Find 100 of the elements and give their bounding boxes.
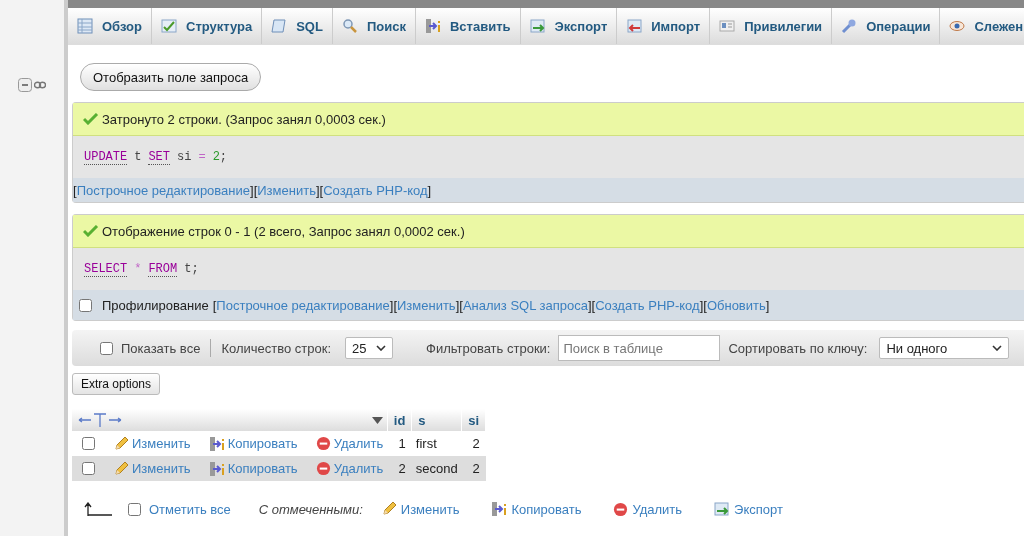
check-icon	[83, 225, 99, 237]
show-all-label: Показать все	[121, 340, 201, 356]
export-icon	[529, 18, 546, 34]
bracket: ]	[455, 297, 460, 313]
sql-token: SELECT	[84, 261, 128, 277]
nav-tab[interactable]: Обзор	[68, 8, 152, 44]
bracket: ]	[587, 297, 592, 313]
check-all-link[interactable]: Отметить все	[149, 501, 231, 517]
action-link[interactable]: Анализ SQL запроса	[462, 297, 588, 313]
rows-select[interactable]: 25	[345, 337, 393, 359]
success-message: Затронуто 2 строки. (Запрос занял 0,0003 сек.)	[102, 111, 386, 127]
delete-icon	[613, 501, 629, 517]
link-icon[interactable]	[34, 81, 46, 89]
row-action-link[interactable]: Удалить	[333, 461, 384, 476]
sort-down-icon[interactable]	[371, 416, 383, 424]
column-header[interactable]: si	[461, 409, 486, 431]
search-icon	[341, 18, 358, 34]
filter-label: Фильтровать строки:	[426, 340, 551, 356]
bracket: [	[591, 297, 596, 313]
row-checkbox[interactable]	[82, 437, 95, 450]
bulk-action-link[interactable]: Удалить	[632, 501, 683, 517]
nav-tab[interactable]: Слежен	[940, 8, 1024, 44]
scroll-icon	[271, 18, 288, 34]
bracket: ]	[250, 182, 254, 198]
bracket: [	[319, 182, 324, 198]
success-message: Отображение строк 0 - 1 (2 всего, Запрос занял 0,0002 сек.)	[102, 223, 465, 239]
action-link[interactable]: Обновить	[706, 297, 766, 313]
row-action-link[interactable]: Копировать	[227, 436, 298, 451]
insert-row-icon	[424, 18, 441, 34]
delete-icon	[315, 436, 331, 451]
bulk-action-link[interactable]: Копировать	[511, 501, 582, 517]
table-cell: 2	[387, 456, 412, 481]
sort-select[interactable]: Ни одного	[879, 337, 1010, 359]
bracket: [	[73, 182, 77, 198]
nav-tab[interactable]: Экспорт	[520, 8, 618, 44]
delete-icon	[315, 461, 331, 476]
column-header[interactable]: id	[387, 409, 412, 431]
table-cell: 1	[387, 431, 412, 456]
action-link[interactable]: Изменить	[257, 182, 316, 198]
insert-row-icon	[208, 460, 225, 477]
sql-token: ;	[219, 150, 228, 164]
caret-icon	[376, 345, 386, 351]
row-action-link[interactable]: Изменить	[132, 461, 191, 476]
bracket: [	[459, 297, 463, 313]
sql-token: UPDATE	[84, 149, 128, 165]
bracket: ]	[765, 297, 770, 313]
check-all-checkbox[interactable]	[128, 502, 141, 516]
eye-icon	[949, 18, 966, 34]
nav-tab[interactable]: Вставить	[415, 8, 521, 44]
nav-tab[interactable]: SQL	[262, 8, 333, 44]
table-cell: 2	[461, 456, 486, 481]
pencil-icon	[113, 460, 129, 477]
bracket: ]	[699, 297, 704, 313]
pencil-icon	[113, 435, 129, 452]
filter-field[interactable]: Поиск в таблице	[558, 335, 721, 361]
sql-token: t	[134, 150, 142, 164]
check-icon	[83, 113, 99, 125]
row-action-link[interactable]: Копировать	[227, 461, 298, 476]
row-checkbox[interactable]	[82, 462, 95, 475]
show-all-checkbox[interactable]	[100, 341, 113, 355]
profiling-label: Профилирование	[102, 297, 209, 313]
nav-tab[interactable]: Операции	[832, 8, 941, 44]
table-cell: second	[411, 456, 462, 481]
arrow-up-icon	[84, 502, 112, 516]
action-link[interactable]: Создать PHP-код	[323, 182, 428, 198]
row-action-link[interactable]: Изменить	[132, 436, 191, 451]
caret-icon	[992, 345, 1003, 351]
collapse-icon[interactable]	[18, 78, 32, 92]
sort-label: Сортировать по ключу:	[728, 340, 868, 356]
bulk-action-link[interactable]: Изменить	[400, 501, 460, 517]
wrench-icon	[841, 18, 858, 34]
table-cell: first	[411, 431, 462, 456]
sql-token: *	[134, 262, 142, 276]
bulk-action-link[interactable]: Экспорт	[734, 501, 783, 517]
sql-token: FROM	[148, 261, 178, 277]
action-link[interactable]: Создать PHP-код	[595, 297, 700, 313]
bracket: ]	[427, 182, 432, 198]
nav-tab[interactable]: Привилегии	[710, 8, 833, 44]
structure-icon	[161, 18, 177, 34]
column-arrows-icon[interactable]	[78, 413, 122, 427]
export-icon	[714, 501, 731, 517]
action-link[interactable]: Построчное редактирование	[216, 297, 390, 313]
sql-token: ;	[191, 262, 199, 276]
id-card-icon	[719, 18, 736, 34]
nav-tab[interactable]: Импорт	[617, 8, 711, 44]
insert-row-icon	[491, 501, 508, 517]
insert-row-icon	[208, 435, 225, 452]
sql-token: 2	[212, 150, 220, 164]
action-link[interactable]: Изменить	[397, 297, 456, 313]
column-header[interactable]: s	[411, 409, 462, 431]
nav-tab[interactable]: Структура	[152, 8, 263, 44]
nav-tab[interactable]: Поиск	[332, 8, 416, 44]
profiling-checkbox[interactable]	[79, 298, 92, 312]
table-cell: 2	[461, 431, 486, 456]
import-icon	[626, 18, 643, 34]
bracket: [	[253, 182, 258, 198]
show-query-button[interactable]: Отобразить поле запроса	[80, 63, 262, 91]
pencil-icon	[380, 501, 397, 517]
row-action-link[interactable]: Удалить	[333, 436, 384, 451]
extra-options-button[interactable]: Extra options	[72, 373, 161, 395]
